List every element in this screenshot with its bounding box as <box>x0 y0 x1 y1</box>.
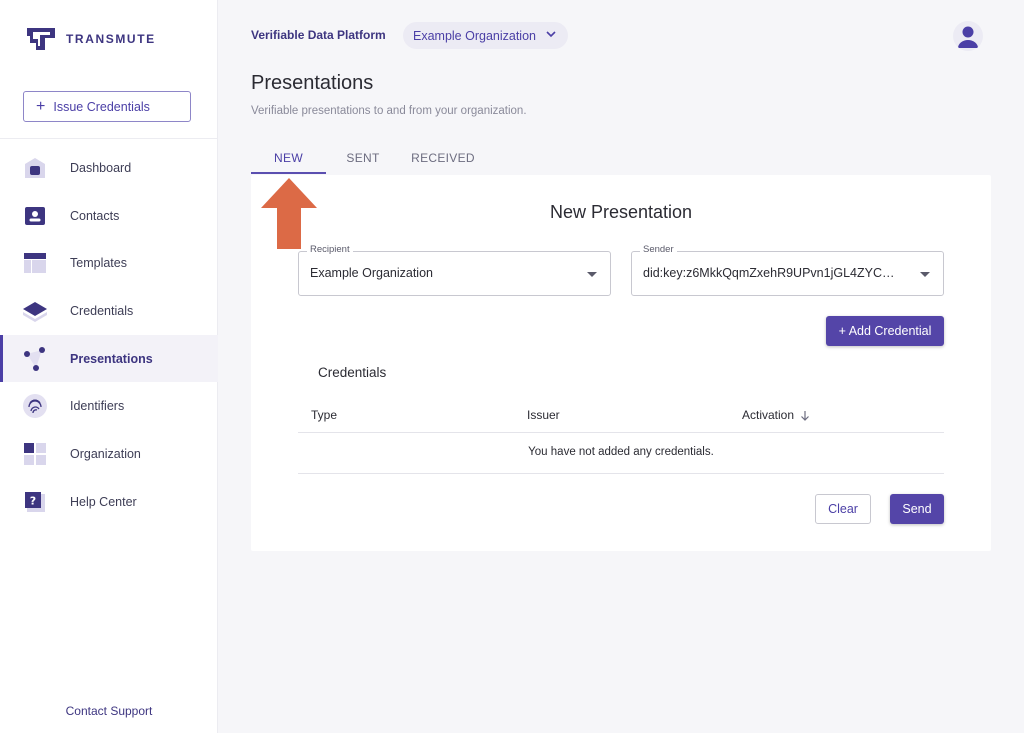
home-icon <box>22 155 48 181</box>
sidebar-item-templates[interactable]: Templates <box>0 239 218 287</box>
avatar[interactable] <box>953 21 983 51</box>
page-title: Presentations <box>251 72 374 94</box>
annotation-arrow-up-icon <box>261 178 317 249</box>
sort-arrow-down-icon <box>801 410 809 421</box>
fingerprint-icon <box>22 393 48 419</box>
tab-received[interactable]: RECEIVED <box>403 140 483 175</box>
sidebar-item-label: Identifiers <box>70 399 125 414</box>
platform-title: Verifiable Data Platform <box>251 28 386 42</box>
logo[interactable]: TRANSMUTE <box>26 26 156 52</box>
sidebar-item-label: Organization <box>70 446 141 461</box>
svg-text:?: ? <box>30 494 36 507</box>
sidebar: TRANSMUTE + Issue Credentials Dashboard … <box>0 0 218 733</box>
user-icon <box>958 26 978 48</box>
sidebar-item-label: Dashboard <box>70 160 132 175</box>
organization-select[interactable]: Example Organization <box>403 22 568 49</box>
grid-icon <box>22 441 48 467</box>
logo-text: TRANSMUTE <box>66 32 156 46</box>
sidebar-item-organization[interactable]: Organization <box>0 430 218 478</box>
sender-label: Sender <box>640 244 677 255</box>
clear-button[interactable]: Clear <box>815 494 871 524</box>
table-header-divider <box>298 432 944 433</box>
page-subtitle: Verifiable presentations to and from you… <box>251 105 527 117</box>
issue-credentials-button[interactable]: + Issue Credentials <box>23 91 191 122</box>
help-icon: ? <box>22 489 48 515</box>
sidebar-item-label: Credentials <box>70 303 134 318</box>
sidebar-item-credentials[interactable]: Credentials <box>0 287 218 335</box>
sidebar-item-contacts[interactable]: Contacts <box>0 192 218 240</box>
tab-sent[interactable]: SENT <box>339 140 387 175</box>
sidebar-item-label: Contacts <box>70 208 120 223</box>
caret-down-icon <box>920 272 930 277</box>
new-presentation-card: New Presentation Recipient Example Organ… <box>251 175 991 551</box>
layers-icon <box>22 298 48 324</box>
column-header-activation-label: Activation <box>742 408 795 422</box>
sidebar-item-help-center[interactable]: ? Help Center <box>0 478 218 526</box>
caret-down-icon <box>587 272 597 277</box>
sidebar-item-label: Help Center <box>70 494 137 509</box>
issue-credentials-label: Issue Credentials <box>53 99 150 114</box>
sidebar-item-identifiers[interactable]: Identifiers <box>0 382 218 430</box>
card-title: New Presentation <box>549 202 693 222</box>
recipient-value: Example Organization <box>310 266 433 280</box>
sender-value: did:key:z6MkkQqmZxehR9UPvn1jGL4ZYC1E... <box>643 266 898 280</box>
contact-support-link[interactable]: Contact Support <box>0 704 218 718</box>
sidebar-item-label: Templates <box>70 256 127 271</box>
chevron-down-icon <box>546 31 556 38</box>
template-icon <box>22 250 48 276</box>
column-header-type[interactable]: Type <box>311 408 337 422</box>
sidebar-item-presentations[interactable]: Presentations <box>0 334 218 383</box>
table-bottom-divider <box>298 473 944 474</box>
sidebar-nav: Dashboard Contacts Templates Credentials… <box>0 144 218 526</box>
send-button[interactable]: Send <box>890 494 944 524</box>
add-credential-button[interactable]: + Add Credential <box>826 316 944 346</box>
sender-select[interactable]: Sender did:key:z6MkkQqmZxehR9UPvn1jGL4ZY… <box>631 244 944 296</box>
transmute-logo-icon <box>27 28 55 50</box>
tab-active-indicator <box>251 172 326 174</box>
sidebar-item-dashboard[interactable]: Dashboard <box>0 144 218 192</box>
nodes-icon <box>22 346 48 372</box>
column-header-activation[interactable]: Activation <box>742 408 810 422</box>
column-header-issuer[interactable]: Issuer <box>527 408 560 422</box>
sidebar-item-label: Presentations <box>70 351 153 366</box>
empty-table-message: You have not added any credentials. <box>528 446 714 458</box>
sidebar-divider <box>0 138 218 139</box>
contact-card-icon <box>22 203 48 229</box>
recipient-select[interactable]: Recipient Example Organization <box>298 244 611 296</box>
organization-select-value: Example Organization <box>413 28 536 43</box>
credentials-section-title: Credentials <box>318 365 387 380</box>
tab-new[interactable]: NEW <box>251 140 326 175</box>
plus-icon: + <box>36 97 46 115</box>
